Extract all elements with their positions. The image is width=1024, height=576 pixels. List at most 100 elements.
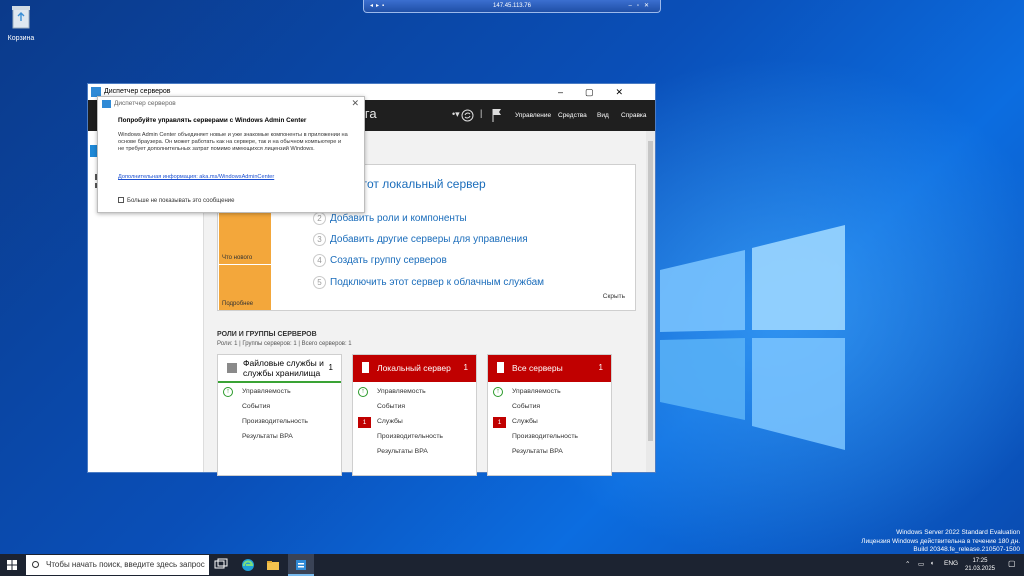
edge-icon[interactable] [241, 558, 255, 572]
services-alert-badge: 1 [493, 417, 506, 428]
server-manager-icon [296, 560, 306, 570]
watermark-build: Build 20348.fe_release.210507-1500 [913, 546, 1020, 553]
server-manager-icon [102, 100, 111, 108]
card-count: 1 [598, 363, 603, 372]
vertical-scrollbar[interactable] [646, 131, 655, 472]
dialog-title: Диспетчер серверов [114, 100, 176, 107]
row-services[interactable]: Службы [377, 418, 403, 425]
services-alert-badge: 1 [358, 417, 371, 428]
language-indicator[interactable]: ENG [944, 560, 958, 567]
pin-icon[interactable]: ◂▸▪ [370, 0, 387, 12]
recycle-bin-shortcut[interactable]: Корзина [6, 4, 36, 42]
menu-manage[interactable]: Управление [515, 112, 551, 119]
step-add-servers[interactable]: 3 Добавить другие серверы для управления [313, 233, 528, 246]
tile-whats-new-label: Что нового [222, 255, 253, 261]
row-events[interactable]: События [377, 403, 405, 410]
server-manager-taskbar-button[interactable] [288, 554, 314, 576]
admin-center-dialog: Диспетчер серверов ✕ Попробуйте управлят… [97, 96, 365, 213]
card-title: Все серверы [512, 363, 563, 373]
status-ok-icon: ↑ [493, 387, 503, 397]
taskbar-search-box[interactable]: Чтобы начать поиск, введите здесь запрос [26, 555, 209, 575]
remote-address: 147.45.113.76 [493, 3, 531, 9]
server-icon [497, 362, 504, 373]
card-header[interactable]: Файловые службы и службы хранилища 1 [218, 355, 341, 383]
card-title: Файловые службы и службы хранилища [243, 358, 324, 378]
notifications-flag-icon[interactable] [491, 108, 502, 122]
dialog-heading: Попробуйте управлять серверами с Windows… [118, 117, 307, 124]
card-count: 1 [463, 363, 468, 372]
step-number: 5 [313, 276, 326, 289]
card-file-services[interactable]: Файловые службы и службы хранилища 1 ↑ У… [217, 354, 342, 476]
menu-tools[interactable]: Средства [558, 112, 587, 119]
network-icon[interactable]: ▭ [918, 560, 924, 568]
status-ok-icon: ↑ [223, 387, 233, 397]
search-placeholder: Чтобы начать поиск, введите здесь запрос [46, 560, 205, 569]
card-local-server[interactable]: Локальный сервер 1 ↑ Управляемость Событ… [352, 354, 477, 476]
row-performance[interactable]: Производительность [242, 418, 308, 425]
windows-watermark: Windows Server 2022 Standard Evaluation … [861, 529, 1020, 554]
step-cloud-services[interactable]: 5 Подключить этот сервер к облачным служб… [313, 276, 544, 289]
clock-date: 21.03.2025 [964, 566, 995, 572]
tray-chevron-icon[interactable]: ⌃ [905, 560, 910, 568]
notifications-icon[interactable]: ▢ [1008, 559, 1016, 568]
roles-summary: Роли: 1 | Группы серверов: 1 | Всего сер… [217, 341, 352, 347]
row-manageability[interactable]: Управляемость [512, 388, 561, 395]
recycle-bin-label: Корзина [7, 35, 35, 42]
server-icon [362, 362, 369, 373]
roles-heading: РОЛИ И ГРУППЫ СЕРВЕРОВ [217, 331, 317, 338]
separator: | [480, 108, 483, 118]
refresh-icon[interactable] [461, 109, 474, 122]
row-performance[interactable]: Производительность [377, 433, 443, 440]
file-explorer-icon[interactable] [266, 558, 280, 572]
row-performance[interactable]: Производительность [512, 433, 578, 440]
menu-view[interactable]: Вид [597, 112, 609, 119]
admin-center-link[interactable]: Дополнительная информация: aka.ms/Window… [118, 174, 274, 180]
step-number: 4 [313, 254, 326, 267]
row-events[interactable]: События [512, 403, 540, 410]
card-header[interactable]: Все серверы 1 [488, 355, 611, 382]
tile-learn-more-label: Подробнее [222, 301, 254, 307]
row-events[interactable]: События [242, 403, 270, 410]
step-create-group[interactable]: 4 Создать группу серверов [313, 254, 447, 267]
card-all-servers[interactable]: Все серверы 1 ↑ Управляемость События 1 … [487, 354, 612, 476]
tile-whats-new[interactable]: Что нового [219, 212, 271, 264]
step-add-roles[interactable]: 2 Добавить роли и компоненты [313, 212, 467, 225]
clock[interactable]: 17:25 21.03.2025 [965, 557, 995, 573]
dropdown-arrow-icon[interactable]: •▾ [452, 109, 460, 120]
clock-time: 17:25 [972, 558, 988, 564]
row-bpa[interactable]: Результаты BPA [242, 433, 293, 440]
window-controls[interactable]: –▢✕ [558, 84, 645, 100]
windows-logo-wallpaper [660, 225, 845, 450]
desktop: Корзина ◂▸▪ 147.45.113.76 –▫✕ Windows Se… [0, 0, 1024, 554]
recycle-bin-icon [12, 6, 30, 29]
card-count: 1 [328, 363, 333, 372]
status-ok-icon: ↑ [358, 387, 368, 397]
step-number: 3 [313, 233, 326, 246]
row-services[interactable]: Службы [512, 418, 538, 425]
row-bpa[interactable]: Результаты BPA [377, 448, 428, 455]
hide-link[interactable]: Скрыть [603, 293, 625, 300]
step-label: Добавить другие серверы для управления [330, 234, 528, 245]
menu-help[interactable]: Справка [621, 112, 647, 119]
step-label: Создать группу серверов [330, 255, 447, 266]
scrollbar-thumb[interactable] [648, 141, 653, 441]
task-view-icon[interactable] [214, 558, 228, 572]
volume-icon[interactable]: ◖ [930, 560, 934, 567]
remote-window-controls[interactable]: –▫✕ [629, 0, 655, 12]
remote-desktop-bar[interactable]: ◂▸▪ 147.45.113.76 –▫✕ [363, 0, 661, 13]
row-bpa[interactable]: Результаты BPA [512, 448, 563, 455]
checkbox-label: Больше не показывать это сообщение [127, 198, 235, 204]
watermark-edition: Windows Server 2022 Standard Evaluation [896, 529, 1020, 536]
dont-show-again-checkbox[interactable]: Больше не показывать это сообщение [118, 197, 234, 204]
card-title: Локальный сервер [377, 363, 451, 373]
window-title: Диспетчер серверов [104, 88, 171, 95]
row-manageability[interactable]: Управляемость [377, 388, 426, 395]
watermark-license: Лицензия Windows действительна в течение… [861, 537, 1020, 545]
card-header[interactable]: Локальный сервер 1 [353, 355, 476, 382]
row-manageability[interactable]: Управляемость [242, 388, 291, 395]
close-icon[interactable]: ✕ [351, 98, 359, 109]
windows-start-icon[interactable] [7, 560, 17, 570]
tile-learn-more[interactable]: Подробнее [219, 265, 271, 310]
checkbox-box[interactable] [118, 197, 124, 203]
file-services-icon [227, 363, 237, 373]
